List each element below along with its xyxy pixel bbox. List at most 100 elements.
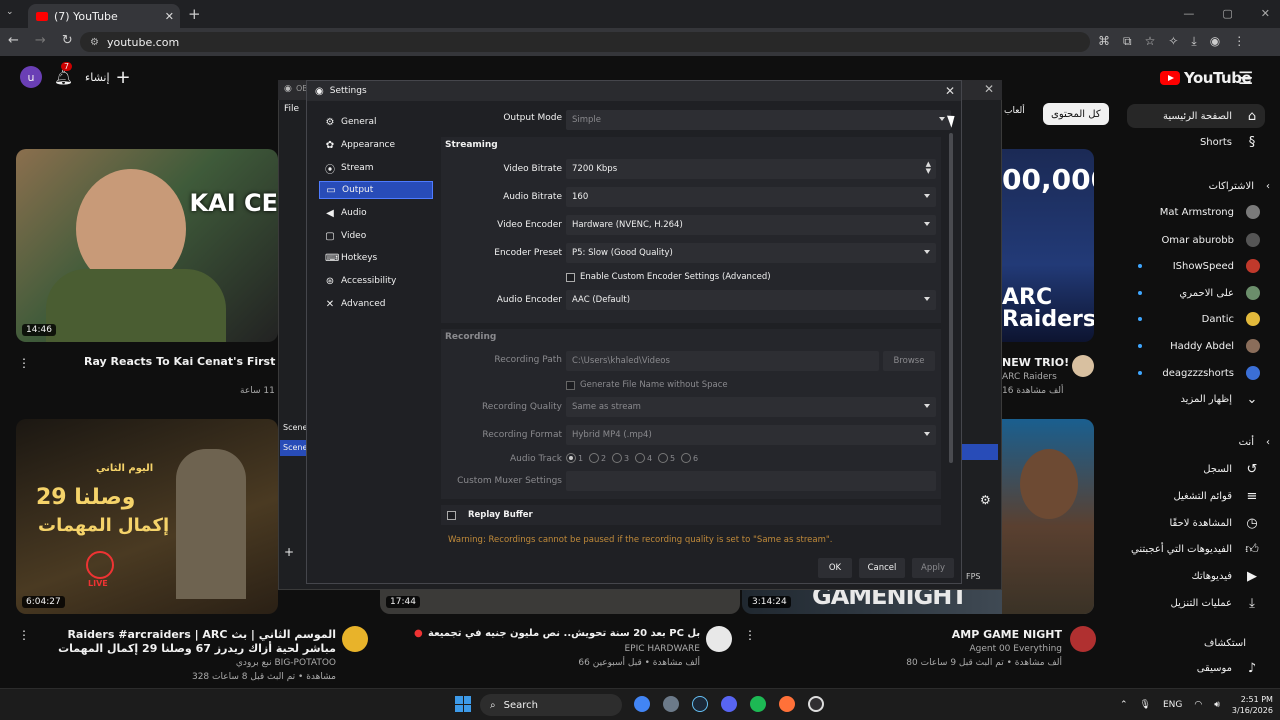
sidebar-channel[interactable]: على الاحمري: [1120, 281, 1260, 305]
browser-menu-icon[interactable]: ⋮: [1233, 34, 1245, 49]
video-bitrate-spinbox[interactable]: 7200 Kbps ▲ ▼: [566, 159, 936, 179]
sidebar-channel[interactable]: Haddy Abdel: [1120, 334, 1260, 358]
filter-chip-games[interactable]: ألعاب: [1004, 106, 1025, 116]
channel-avatar[interactable]: [342, 626, 368, 652]
steam-icon[interactable]: [692, 696, 708, 712]
settings-scrollbar[interactable]: [949, 133, 953, 463]
taskbar-clock[interactable]: 2:51 PM 3/16/2026: [1232, 694, 1273, 716]
audio-track-radio[interactable]: 1: [566, 453, 583, 463]
settings-gear-icon[interactable]: [663, 696, 679, 712]
radio-circle[interactable]: [566, 453, 576, 463]
firefox-icon[interactable]: [779, 696, 795, 712]
replay-buffer-checkbox[interactable]: Replay Buffer: [447, 510, 533, 520]
channel-avatar[interactable]: [1072, 355, 1094, 377]
obs-selected-source[interactable]: [962, 444, 998, 460]
sidebar-channel[interactable]: Mat Armstrong: [1120, 200, 1260, 224]
sidebar-item-history[interactable]: السجل ↺: [1120, 457, 1260, 481]
video-options-icon[interactable]: ⋮: [18, 628, 30, 642]
new-tab-icon[interactable]: +: [188, 5, 201, 23]
address-bar[interactable]: ⚙ youtube.com: [80, 32, 1090, 52]
site-info-icon[interactable]: ⚙: [90, 37, 99, 48]
nav-appearance[interactable]: ✿ Appearance: [319, 136, 433, 154]
custom-encoder-checkbox[interactable]: Enable Custom Encoder Settings (Advanced…: [566, 272, 771, 282]
create-button[interactable]: إنشاء +: [85, 67, 131, 88]
audio-track-radio[interactable]: 6: [681, 453, 698, 463]
wifi-icon[interactable]: ◠: [1194, 700, 1202, 710]
apply-button[interactable]: Apply: [912, 558, 954, 578]
audio-track-radio[interactable]: 5: [658, 453, 675, 463]
spotify-icon[interactable]: [750, 696, 766, 712]
channel-name[interactable]: ARC Raiders: [1002, 372, 1057, 382]
filter-chip-all[interactable]: كل المحتوى: [1043, 103, 1109, 125]
video-thumbnail[interactable]: 00,000 ARC Raiders: [1002, 149, 1094, 342]
volume-icon[interactable]: 🔊︎: [1214, 700, 1220, 710]
obs-gear-icon[interactable]: ⚙: [980, 493, 991, 507]
ok-button[interactable]: OK: [818, 558, 852, 578]
channel-avatar[interactable]: [706, 626, 732, 652]
back-icon[interactable]: ←: [8, 33, 19, 48]
checkbox-box[interactable]: [447, 510, 456, 520]
nav-video[interactable]: ▢ Video: [319, 227, 433, 245]
nav-stream[interactable]: ⦿ Stream: [319, 159, 433, 177]
notifications-bell-icon[interactable]: 🔔︎ 7: [54, 62, 73, 86]
sidebar-channel[interactable]: Omar aburobb: [1120, 228, 1260, 252]
minimize-icon[interactable]: —: [1183, 7, 1194, 20]
video-options-icon[interactable]: ⋮: [744, 628, 756, 642]
downloads-icon[interactable]: ⤓: [1191, 34, 1196, 49]
extensions-icon[interactable]: ✧: [1168, 34, 1178, 49]
sidebar-item-liked[interactable]: الفيديوهات التي أعجبتني 👍︎: [1120, 537, 1260, 561]
obs-scene-item[interactable]: Scene: [280, 440, 307, 456]
radio-circle[interactable]: [635, 453, 645, 463]
video-thumbnail[interactable]: اليوم الثاني وصلنا 29 إكمال المهمات LIVE…: [16, 419, 278, 614]
video-title[interactable]: Raiders #arcraiders | ARC الموسم الثاني …: [40, 628, 336, 656]
obs-close-icon[interactable]: ✕: [984, 82, 994, 96]
video-title[interactable]: AMP GAME NIGHT: [900, 628, 1062, 641]
sidebar-item-watch-later[interactable]: المشاهدة لاحقًا ◷: [1120, 511, 1260, 535]
translate-icon[interactable]: ⌘: [1098, 34, 1110, 49]
bookmark-star-icon[interactable]: ☆: [1145, 34, 1156, 49]
nav-audio[interactable]: ◀ Audio: [319, 204, 433, 222]
nav-output[interactable]: ▭ Output: [319, 181, 433, 199]
close-tab-icon[interactable]: ✕: [165, 10, 174, 23]
sidebar-item-music[interactable]: موسيقى ♪: [1120, 656, 1260, 680]
recording-format-select[interactable]: Hybrid MP4 (.mp4): [566, 425, 936, 445]
video-thumbnail[interactable]: KAI CE 14:46: [16, 149, 278, 342]
sidebar-show-more[interactable]: إظهار المزيد ⌄: [1120, 387, 1260, 411]
tray-chevron-up-icon[interactable]: ⌃: [1120, 700, 1128, 710]
settings-title-bar[interactable]: ◉ Settings ✕: [307, 81, 961, 101]
hamburger-menu-icon[interactable]: ☰: [1238, 69, 1253, 89]
audio-track-radio[interactable]: 2: [589, 453, 606, 463]
sidebar-channel[interactable]: IShowSpeed: [1120, 254, 1260, 278]
install-icon[interactable]: ⧉: [1123, 34, 1132, 49]
channel-avatar[interactable]: [1070, 626, 1096, 652]
recording-path-input[interactable]: C:\Users\khaled\Videos: [566, 351, 879, 371]
channel-name[interactable]: Agent 00 Everything: [880, 644, 1062, 654]
tab-search-icon[interactable]: ⌄: [6, 7, 14, 17]
spin-arrows-icon[interactable]: ▲ ▼: [926, 161, 931, 175]
video-title[interactable]: NEW TRIO!: [1002, 356, 1069, 369]
microphone-icon[interactable]: 🎙︎: [1140, 700, 1151, 710]
sidebar-item-your-videos[interactable]: فيديوهاتك ▶: [1120, 564, 1260, 588]
radio-circle[interactable]: [612, 453, 622, 463]
forward-icon[interactable]: →: [35, 33, 46, 48]
language-indicator[interactable]: ENG: [1163, 700, 1182, 710]
video-title[interactable]: Ray Reacts To Kai Cenat's First Time Bac: [84, 355, 280, 368]
channel-name[interactable]: نبع برودي BIG-POTATOO: [150, 658, 336, 668]
taskbar-search[interactable]: ⌕ Search: [480, 694, 622, 716]
sidebar-header-you[interactable]: أنت ‹: [1130, 430, 1270, 454]
audio-bitrate-select[interactable]: 160: [566, 187, 936, 207]
sidebar-channel[interactable]: Dantic: [1120, 307, 1260, 331]
profile-icon[interactable]: ◉: [1210, 34, 1220, 49]
browse-button[interactable]: Browse: [883, 351, 935, 371]
reload-icon[interactable]: ↻: [62, 33, 73, 48]
video-title[interactable]: بعد 20 سنة تحويش.. نص مليون جنيه في تجمي…: [428, 628, 700, 639]
nav-accessibility[interactable]: ⊛ Accessibility: [319, 272, 433, 290]
nav-general[interactable]: ⚙ General: [319, 113, 433, 131]
obs-file-menu[interactable]: File: [284, 104, 299, 114]
close-icon[interactable]: ✕: [945, 84, 955, 98]
video-options-icon[interactable]: ⋮: [18, 356, 30, 370]
radio-circle[interactable]: [589, 453, 599, 463]
account-avatar[interactable]: u: [20, 66, 42, 88]
encoder-preset-select[interactable]: P5: Slow (Good Quality): [566, 243, 936, 263]
windows-start-icon[interactable]: [455, 696, 471, 712]
